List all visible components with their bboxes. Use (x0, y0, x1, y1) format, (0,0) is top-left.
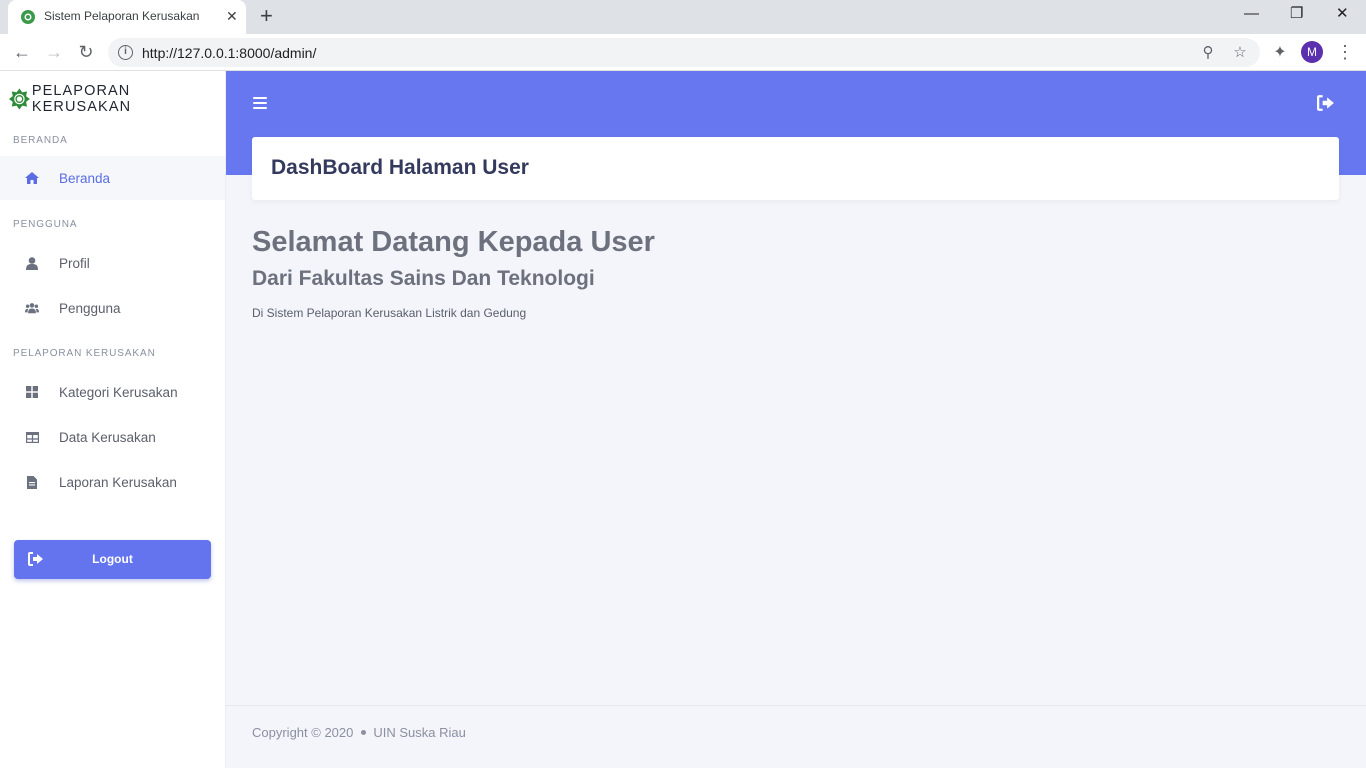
sidebar-item-profil[interactable]: Profil (0, 241, 225, 285)
sidebar-item-label: Kategori Kerusakan (59, 384, 178, 400)
restore-button[interactable]: ❐ (1290, 5, 1303, 23)
home-icon (25, 171, 39, 185)
site-favicon-icon (21, 10, 35, 24)
back-icon[interactable]: ← (11, 41, 33, 63)
sidebar-item-laporan-kerusakan[interactable]: Laporan Kerusakan (0, 460, 225, 504)
sidebar-logout-button[interactable]: Logout (14, 540, 211, 579)
sidebar-item-label: Data Kerusakan (59, 429, 156, 445)
menu-toggle-icon[interactable] (253, 97, 267, 109)
brand-logo-icon (8, 88, 30, 110)
section-label-pengguna: PENGGUNA (13, 219, 78, 230)
footer-divider (226, 705, 1366, 706)
footer-org: UIN Suska Riau (373, 725, 466, 740)
sidebar-item-label: Pengguna (59, 300, 121, 316)
browser-menu-icon[interactable]: ⋮ (1336, 41, 1354, 63)
sidebar: PELAPORAN KERUSAKAN BERANDA Beranda PENG… (0, 71, 226, 768)
browser-tab-strip: Sistem Pelaporan Kerusakan ✕ + — ❐ ✕ (0, 0, 1366, 34)
bookmark-star-icon[interactable]: ☆ (1230, 43, 1250, 63)
logout-label: Logout (92, 552, 133, 566)
users-icon (25, 301, 39, 315)
brand[interactable]: PELAPORAN KERUSAKAN (8, 83, 225, 115)
footer: Copyright © 2020 UIN Suska Riau (252, 725, 466, 740)
brand-text: PELAPORAN KERUSAKAN (31, 83, 132, 115)
browser-toolbar: ← → ↻ i http://127.0.0.1:8000/admin/ ⚲ ☆… (0, 34, 1366, 71)
minimize-button[interactable]: — (1244, 5, 1259, 23)
zoom-icon[interactable]: ⚲ (1198, 43, 1218, 63)
reload-icon[interactable]: ↻ (75, 41, 97, 63)
sidebar-item-kategori-kerusakan[interactable]: Kategori Kerusakan (0, 370, 225, 414)
footer-copyright: Copyright © 2020 (252, 725, 354, 740)
footer-bullet (361, 730, 367, 735)
site-info-icon[interactable]: i (118, 45, 133, 60)
profile-avatar[interactable]: M (1301, 41, 1323, 63)
welcome-heading: Selamat Datang Kepada User (252, 226, 655, 258)
browser-tab[interactable]: Sistem Pelaporan Kerusakan ✕ (8, 0, 246, 34)
welcome-description: Di Sistem Pelaporan Kerusakan Listrik da… (252, 306, 527, 320)
section-label-pelaporan: PELAPORAN KERUSAKAN (13, 348, 156, 359)
sidebar-item-label: Profil (59, 255, 90, 271)
user-icon (25, 256, 39, 270)
sidebar-item-label: Beranda (59, 170, 111, 186)
file-icon (25, 475, 39, 489)
forward-icon[interactable]: → (43, 41, 65, 63)
welcome-subheading: Dari Fakultas Sains Dan Teknologi (252, 267, 595, 290)
page-header-card: DashBoard Halaman User (252, 137, 1339, 200)
section-label-beranda: BERANDA (13, 135, 68, 146)
sidebar-item-data-kerusakan[interactable]: Data Kerusakan (0, 415, 225, 459)
url-text[interactable]: http://127.0.0.1:8000/admin/ (142, 45, 316, 61)
extensions-icon[interactable]: ✦ (1270, 42, 1290, 62)
sidebar-item-pengguna[interactable]: Pengguna (0, 286, 225, 330)
tab-close-icon[interactable]: ✕ (226, 7, 238, 25)
table-icon (25, 430, 39, 444)
page-title: DashBoard Halaman User (271, 156, 529, 179)
tab-title: Sistem Pelaporan Kerusakan (44, 9, 200, 23)
sidebar-item-label: Laporan Kerusakan (59, 474, 177, 490)
sidebar-item-beranda[interactable]: Beranda (0, 156, 225, 200)
grid-icon (25, 385, 39, 399)
new-tab-button[interactable]: + (260, 4, 273, 28)
address-bar[interactable]: i http://127.0.0.1:8000/admin/ ⚲ ☆ (108, 38, 1260, 67)
window-close-button[interactable]: ✕ (1336, 5, 1349, 23)
topbar-logout-icon[interactable] (1317, 95, 1335, 111)
